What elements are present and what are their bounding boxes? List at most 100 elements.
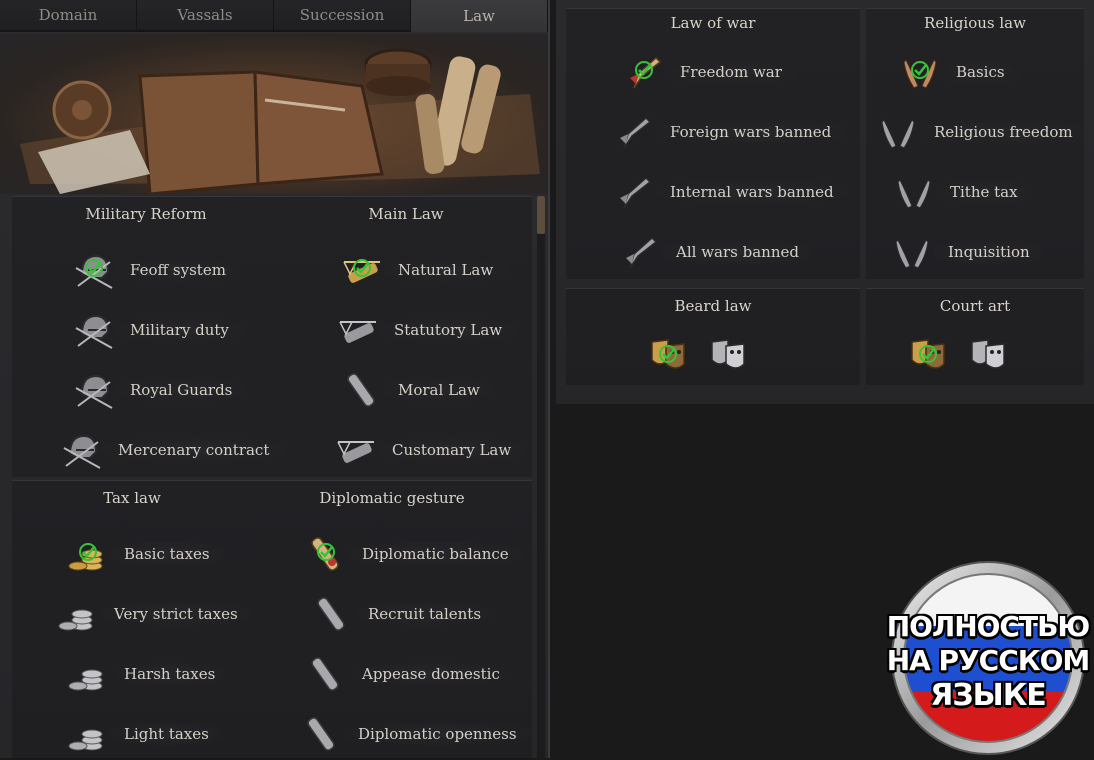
law-diplomatic-openness[interactable]: Diplomatic openness: [300, 712, 531, 756]
law-light-taxes[interactable]: Light taxes: [66, 712, 223, 756]
scrollbar-thumb[interactable]: [537, 196, 545, 234]
horn-icon: [612, 110, 656, 154]
scroll-icon: [304, 652, 348, 696]
law-military-duty[interactable]: Military duty: [72, 308, 243, 352]
theater-masks-icon: [966, 332, 1010, 376]
law-all-wars-banned[interactable]: All wars banned: [618, 230, 813, 274]
group-title-beard-law: Beard law: [674, 297, 752, 315]
beard-law-option[interactable]: [706, 332, 750, 376]
law-label: Internal wars banned: [656, 180, 848, 204]
law-appease-domestic[interactable]: Appease domestic: [304, 652, 514, 696]
open-book-icon: [138, 70, 384, 194]
group-title-main-law: Main Law: [368, 205, 444, 223]
law-customary-law[interactable]: Customary Law: [334, 428, 526, 472]
group-title-diplomatic-gesture: Diplomatic gesture: [319, 489, 465, 507]
tab-law[interactable]: Law: [411, 0, 548, 32]
law-panel-right: Law of war Religious law Beard law Court…: [556, 0, 1094, 406]
law-panel: Domain Vassals Succession Law Military R…: [0, 0, 550, 759]
praying-hands-icon: [892, 170, 936, 214]
law-statutory-law[interactable]: Statutory Law: [336, 308, 517, 352]
praying-hands-icon: [890, 230, 934, 274]
law-label: Royal Guards: [116, 378, 247, 402]
active-check-icon: [84, 258, 104, 278]
inkwell-icon: [364, 48, 432, 96]
law-label: Freedom war: [666, 60, 796, 84]
tab-succession[interactable]: Succession: [274, 0, 411, 32]
law-basics[interactable]: Basics: [898, 50, 1019, 94]
scroll-icon: [340, 368, 384, 412]
active-check-icon: [658, 344, 678, 364]
law-natural-law[interactable]: Natural Law: [340, 248, 508, 292]
law-label: Mercenary contract: [104, 438, 284, 462]
law-internal-wars-banned[interactable]: Internal wars banned: [612, 170, 848, 214]
law-label: All wars banned: [662, 240, 813, 264]
law-label: Basic taxes: [110, 542, 224, 566]
tab-bar: Domain Vassals Succession Law: [0, 0, 548, 34]
law-label: Foreign wars banned: [656, 120, 846, 144]
badge-line-1: ПОЛНОСТЬЮ: [886, 610, 1091, 643]
law-label: Moral Law: [384, 378, 494, 402]
law-diplomatic-balance[interactable]: Diplomatic balance: [304, 532, 523, 576]
law-basic-taxes[interactable]: Basic taxes: [66, 532, 224, 576]
compass-icon: [52, 80, 112, 140]
law-moral-law[interactable]: Moral Law: [340, 368, 494, 412]
law-label: Statutory Law: [380, 318, 517, 342]
tab-vassals[interactable]: Vassals: [137, 0, 274, 32]
court-art-option[interactable]: [966, 332, 1010, 376]
horn-icon: [618, 230, 662, 274]
law-label: Appease domestic: [348, 662, 514, 686]
law-harsh-taxes[interactable]: Harsh taxes: [66, 652, 230, 696]
active-check-icon: [634, 60, 654, 80]
law-label: Recruit talents: [354, 602, 496, 626]
helmet-icon: [72, 368, 116, 412]
court-art-option-active[interactable]: [906, 332, 950, 376]
active-check-icon: [352, 258, 372, 278]
theater-masks-icon: [706, 332, 750, 376]
group-title-military-reform: Military Reform: [85, 205, 207, 223]
praying-hands-icon: [876, 110, 920, 154]
law-foreign-wars-banned[interactable]: Foreign wars banned: [612, 110, 846, 154]
group-title-tax-law: Tax law: [103, 489, 161, 507]
horn-icon: [612, 170, 656, 214]
coins-icon: [66, 652, 110, 696]
law-label: Very strict taxes: [100, 602, 252, 626]
coins-icon: [56, 592, 100, 636]
helmet-icon: [72, 308, 116, 352]
group-title-religious-law: Religious law: [924, 14, 1026, 32]
badge-line-2: НА РУССКОМ: [886, 644, 1091, 677]
active-check-icon: [78, 542, 98, 562]
coins-icon: [66, 712, 110, 756]
law-label: Customary Law: [378, 438, 526, 462]
active-check-icon: [910, 60, 930, 80]
law-label: Diplomatic balance: [348, 542, 523, 566]
law-mercenary-contract[interactable]: Mercenary contract: [60, 428, 284, 472]
beard-law-option-active[interactable]: [646, 332, 690, 376]
group-title-law-of-war: Law of war: [670, 14, 756, 32]
law-label: Inquisition: [934, 240, 1044, 264]
law-inquisition[interactable]: Inquisition: [890, 230, 1044, 274]
law-label: Harsh taxes: [110, 662, 230, 686]
law-label: Military duty: [116, 318, 243, 342]
law-label: Diplomatic openness: [344, 722, 531, 746]
group-title-court-art: Court art: [939, 297, 1011, 315]
law-religious-freedom[interactable]: Religious freedom: [876, 110, 1087, 154]
scrollbar[interactable]: [537, 196, 545, 758]
scales-icon: [336, 308, 380, 352]
law-very-strict-taxes[interactable]: Very strict taxes: [56, 592, 252, 636]
scroll-icon: [300, 712, 344, 756]
law-label: Feoff system: [116, 258, 240, 282]
russian-language-badge: ПОЛНОСТЬЮ НА РУССКОМ ЯЗЫКЕ: [885, 560, 1091, 756]
law-label: Basics: [942, 60, 1019, 84]
law-feoff-system[interactable]: Feoff system: [72, 248, 240, 292]
law-tithe-tax[interactable]: Tithe tax: [892, 170, 1032, 214]
law-royal-guards[interactable]: Royal Guards: [72, 368, 247, 412]
law-recruit-talents[interactable]: Recruit talents: [310, 592, 496, 636]
badge-line-3: ЯЗЫКЕ: [930, 678, 1047, 713]
law-banner-illustration: [0, 34, 548, 194]
law-label: Light taxes: [110, 722, 223, 746]
tab-domain[interactable]: Domain: [0, 0, 137, 32]
active-check-icon: [316, 542, 336, 562]
active-check-icon: [918, 344, 938, 364]
law-freedom-war[interactable]: Freedom war: [622, 50, 796, 94]
scales-icon: [334, 428, 378, 472]
